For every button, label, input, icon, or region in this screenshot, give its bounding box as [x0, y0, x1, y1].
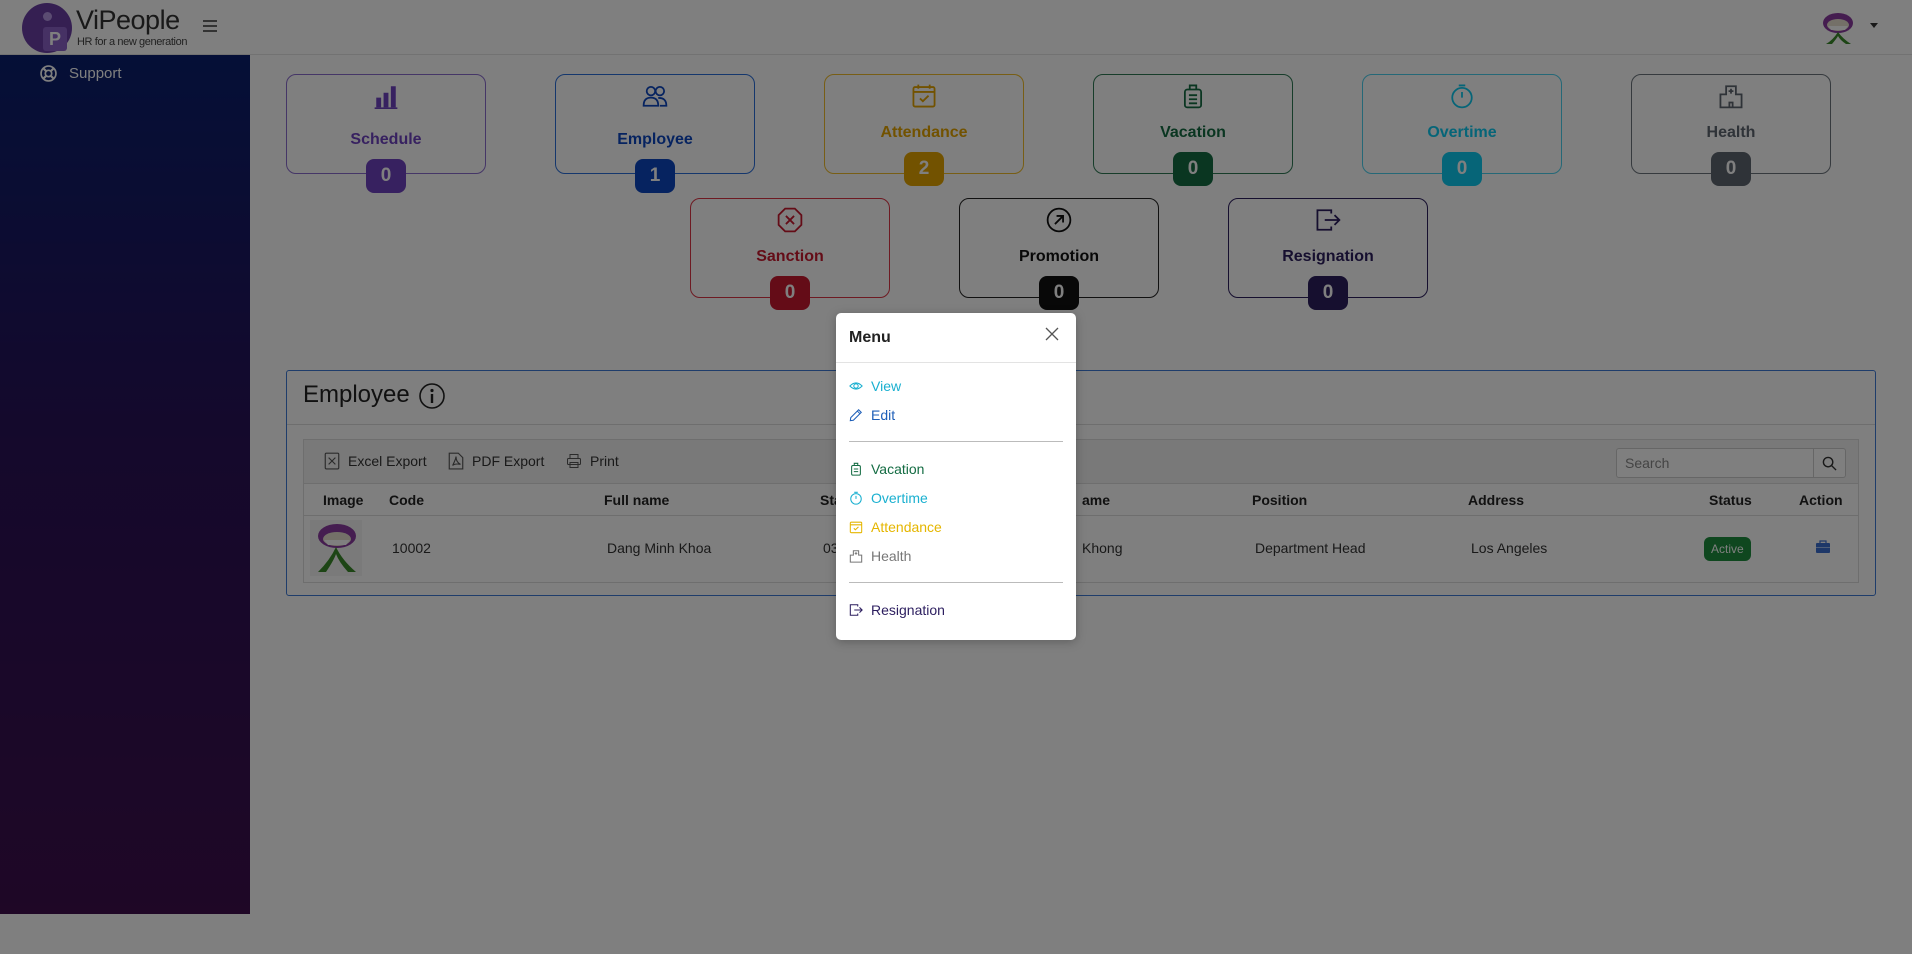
box-arrow-right-icon — [849, 604, 863, 616]
menu-item-vacation[interactable]: Vacation — [849, 461, 924, 477]
menu-item-label: Vacation — [871, 461, 925, 477]
close-icon[interactable] — [1044, 326, 1060, 342]
menu-item-overtime[interactable]: Overtime — [849, 490, 928, 506]
menu-divider — [849, 582, 1063, 583]
menu-item-label: Attendance — [871, 519, 942, 535]
calendar-check-icon — [849, 521, 863, 534]
menu-item-label: View — [871, 378, 902, 394]
menu-item-label: Edit — [871, 407, 896, 423]
menu-item-label: Resignation — [871, 602, 945, 618]
menu-modal: Menu View Edit Vacation Overtime Attenda… — [836, 313, 1076, 640]
modal-title: Menu — [849, 329, 891, 346]
menu-item-view[interactable]: View — [849, 378, 901, 394]
stopwatch-icon — [850, 491, 862, 505]
modal-header: Menu — [836, 313, 1076, 363]
menu-divider — [849, 441, 1063, 442]
pencil-icon — [849, 409, 862, 422]
menu-item-attendance[interactable]: Attendance — [849, 519, 942, 535]
menu-item-edit[interactable]: Edit — [849, 407, 895, 423]
eye-icon — [849, 382, 863, 390]
luggage-icon — [851, 462, 861, 476]
menu-item-label: Health — [871, 548, 912, 564]
menu-item-label: Overtime — [871, 490, 928, 506]
menu-item-health[interactable]: Health — [849, 548, 911, 564]
hospital-icon — [849, 550, 863, 563]
menu-item-resignation[interactable]: Resignation — [849, 602, 945, 618]
